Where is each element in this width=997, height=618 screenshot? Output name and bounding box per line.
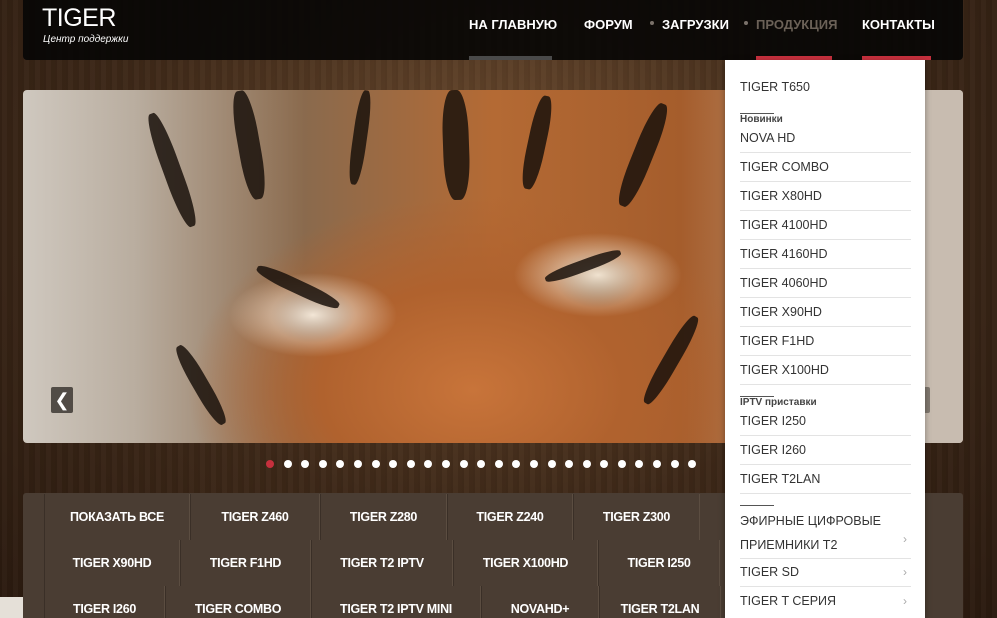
slider-next-peek	[925, 90, 963, 443]
slider-dot[interactable]	[301, 460, 310, 468]
dropdown-submenu-label: ЭФИРНЫЕ ЦИФРОВЫЕ ПРИЕМНИКИ Т2	[740, 514, 881, 552]
filter-button[interactable]: TIGER T2 IPTV MINI	[311, 586, 481, 618]
filter-button[interactable]: TIGER Z240	[447, 494, 573, 540]
slider-dot[interactable]	[459, 460, 468, 468]
filter-button[interactable]: TIGER T2 IPTV	[311, 540, 453, 586]
dropdown-item[interactable]: TIGER I260	[740, 436, 911, 465]
slider-dot[interactable]	[582, 460, 591, 468]
dropdown-item[interactable]: TIGER X100HD	[740, 356, 911, 385]
slider-dot[interactable]	[336, 460, 345, 468]
filter-button[interactable]: NOVAHD+	[481, 586, 599, 618]
dropdown-item[interactable]: TIGER F1HD	[740, 327, 911, 356]
dropdown-item[interactable]: TIGER 4060HD	[740, 269, 911, 298]
dropdown-submenu-label: TIGER SD	[740, 565, 800, 579]
slider-dot[interactable]	[477, 460, 486, 468]
nav-downloads[interactable]: ЗАГРУЗКИ	[662, 17, 729, 37]
slider-dot[interactable]	[441, 460, 450, 468]
nav-separator-dot	[650, 21, 654, 25]
slider-dot[interactable]	[529, 460, 538, 468]
filter-button[interactable]: TIGER Z300	[573, 494, 700, 540]
slider-dot[interactable]	[512, 460, 521, 468]
nav-forum[interactable]: ФОРУМ	[584, 17, 633, 37]
slider-pagination	[266, 460, 697, 468]
slider-dot[interactable]	[318, 460, 327, 468]
nav-products[interactable]: ПРОДУКЦИЯ	[756, 17, 837, 37]
filter-button[interactable]: TIGER Z460	[190, 494, 320, 540]
slider-dot[interactable]	[565, 460, 574, 468]
dropdown-item[interactable]: TIGER X90HD	[740, 298, 911, 327]
slider-dot[interactable]	[494, 460, 503, 468]
products-dropdown-menu: TIGER T650 Новинки NOVA HD TIGER COMBO TIG…	[725, 60, 925, 618]
chevron-right-icon: ›	[903, 532, 907, 546]
dropdown-divider	[740, 505, 774, 506]
dropdown-item[interactable]: TIGER 4160HD	[740, 240, 911, 269]
slider-dot[interactable]	[670, 460, 679, 468]
dropdown-submenu-item[interactable]: TIGER T СЕРИЯ ›	[740, 587, 911, 616]
site-tagline: Центр поддержки	[43, 34, 129, 45]
dropdown-item[interactable]: TIGER T650	[740, 73, 911, 102]
slider-dot[interactable]	[283, 460, 292, 468]
dropdown-submenu-item[interactable]: ЭФИРНЫЕ ЦИФРОВЫЕ ПРИЕМНИКИ Т2 ›	[740, 507, 911, 559]
filter-button[interactable]: TIGER T2LAN	[599, 586, 721, 618]
dropdown-item[interactable]: TIGER 4100HD	[740, 211, 911, 240]
slider-dot[interactable]	[266, 460, 274, 468]
filter-button[interactable]: TIGER COMBO	[165, 586, 311, 618]
chevron-right-icon: ›	[903, 594, 907, 608]
site-logo[interactable]: TIGER	[42, 4, 116, 33]
slider-dot[interactable]	[389, 460, 398, 468]
chevron-left-icon[interactable]: ❮	[51, 387, 73, 413]
slider-dot[interactable]	[353, 460, 362, 468]
dropdown-item[interactable]: TIGER COMBO	[740, 153, 911, 182]
nav-home[interactable]: НА ГЛАВНУЮ	[469, 17, 557, 37]
slider-dot[interactable]	[617, 460, 626, 468]
nav-separator-dot	[744, 21, 748, 25]
slider-dot[interactable]	[547, 460, 556, 468]
filter-button[interactable]: TIGER I260	[44, 586, 165, 618]
filter-button[interactable]: TIGER X100HD	[453, 540, 598, 586]
chevron-right-icon: ›	[903, 565, 907, 579]
dropdown-item[interactable]: TIGER I250	[740, 407, 911, 436]
dropdown-item[interactable]: NOVA HD	[740, 124, 911, 153]
slider-dot[interactable]	[424, 460, 433, 468]
slider-dot[interactable]	[653, 460, 662, 468]
dropdown-submenu-label: TIGER T СЕРИЯ	[740, 594, 837, 608]
filter-button[interactable]: TIGER X90HD	[44, 540, 180, 586]
slider-dot[interactable]	[635, 460, 644, 468]
slider-dot[interactable]	[688, 460, 697, 468]
filter-button[interactable]: TIGER I250	[598, 540, 720, 586]
slider-dot[interactable]	[406, 460, 415, 468]
dropdown-item[interactable]: TIGER X80HD	[740, 182, 911, 211]
slider-dot[interactable]	[371, 460, 380, 468]
page-footer-strip	[0, 597, 23, 618]
dropdown-submenu-item[interactable]: TIGER SD ›	[740, 558, 911, 587]
nav-contacts[interactable]: КОНТАКТЫ	[862, 17, 935, 37]
slider-dot[interactable]	[600, 460, 609, 468]
nav-home-underline	[469, 56, 552, 60]
filter-button[interactable]: ПОКАЗАТЬ ВСЕ	[44, 494, 190, 540]
filter-button[interactable]: TIGER Z280	[320, 494, 447, 540]
dropdown-item[interactable]: TIGER T2LAN	[740, 465, 911, 494]
filter-button[interactable]: TIGER F1HD	[180, 540, 311, 586]
